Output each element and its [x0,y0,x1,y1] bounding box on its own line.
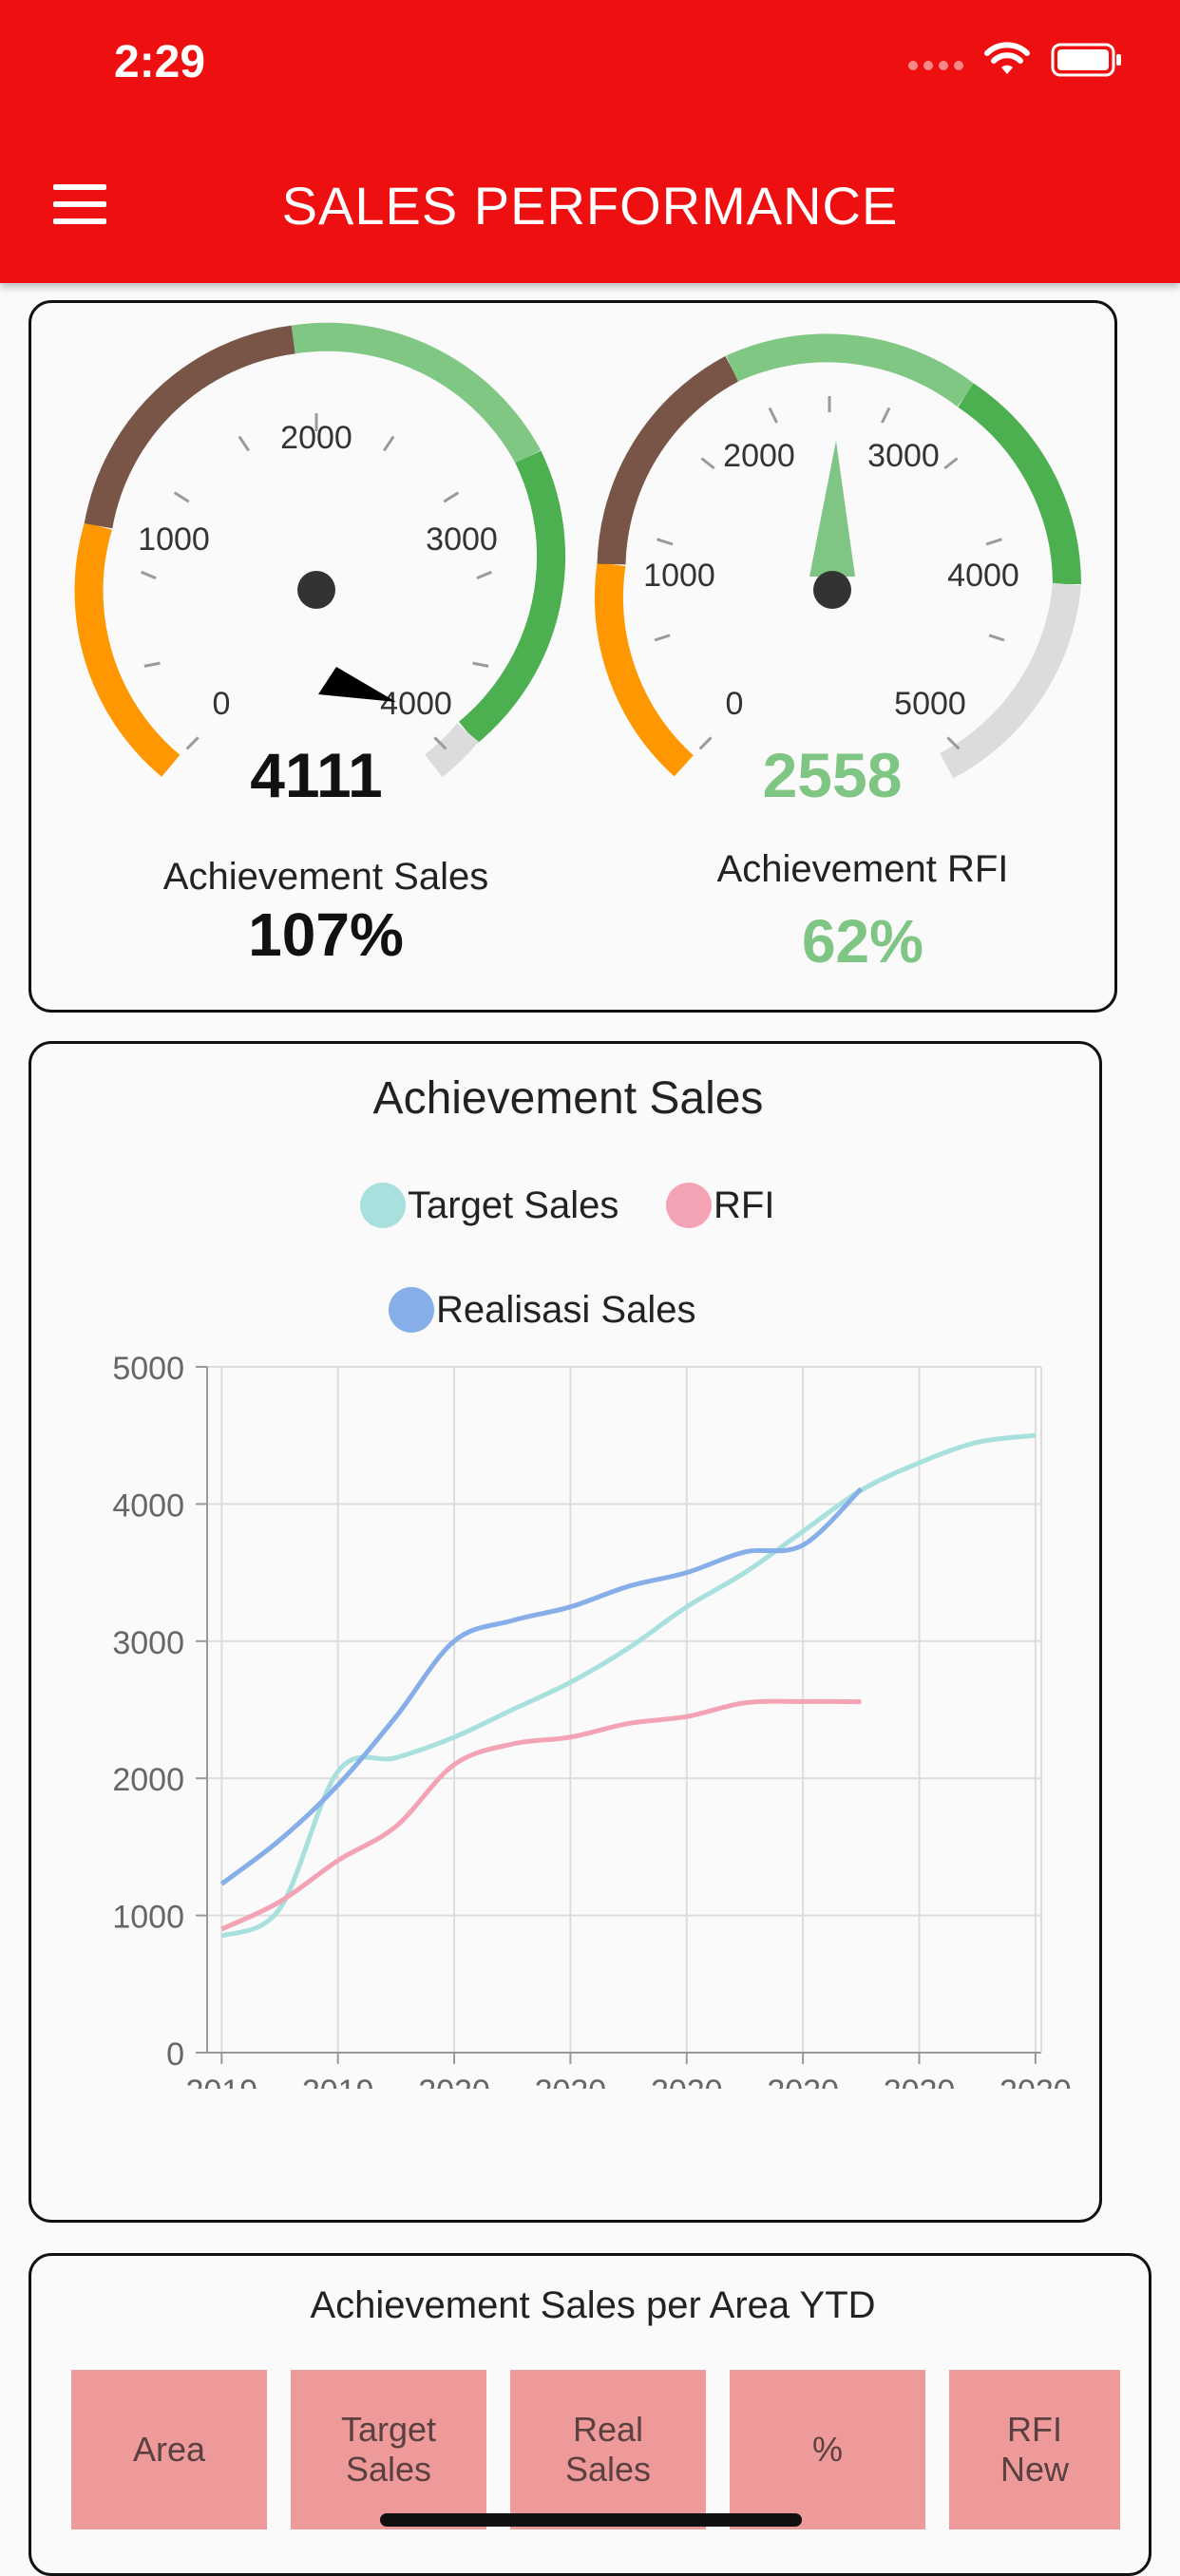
y-tick-label: 2000 [112,1762,184,1798]
sales-needle [318,667,396,702]
header-target-sales: Target Sales [291,2370,486,2529]
rfi-tick: 5000 [894,686,966,722]
rfi-tick: 2000 [723,438,795,474]
status-icons [908,42,1123,78]
rfi-achievement-percent: 62% [801,907,924,975]
sales-tick: 0 [213,686,231,722]
gauges-card: 0 1000 2000 3000 4000 4111 0 1000 2000 3… [29,300,1117,1013]
y-tick-label: 3000 [112,1625,184,1661]
rfi-tick: 0 [726,686,744,722]
sales-achievement-label: Achievement Sales [162,856,489,898]
app-title: SALES PERFORMANCE [281,176,899,236]
status-time: 2:29 [114,37,206,87]
rfi-tick: 4000 [947,558,1019,594]
rfi-needle-hub [813,571,851,609]
rfi-needle [809,441,855,577]
rfi-tick: 3000 [867,438,940,474]
header-percent: % [730,2370,925,2529]
area-table-card: Achievement Sales per Area YTD Area Targ… [29,2253,1151,2576]
y-tick-label: 4000 [112,1487,184,1524]
header-area: Area [71,2370,267,2529]
series-line-realisasi-sales [219,1487,864,1886]
sales-gauge-ticks: 0 1000 2000 3000 4000 [138,420,498,722]
sales-needle-hub [297,571,335,609]
table-title: Achievement Sales per Area YTD [310,2284,876,2326]
rfi-tick: 1000 [643,558,715,594]
app-bar: 2:29 SALES PERFORMANCE [0,0,1180,283]
sales-tick: 3000 [426,521,498,558]
achievement-chart-card: Achievement Sales Target Sales RFI Reali… [29,1041,1102,2223]
x-tick-label-year: 2020 [418,2074,490,2089]
rfi-achievement-label: Achievement RFI [716,848,1009,890]
battery-icon [1051,43,1121,77]
line-chart: 0100020003000400050002019Okt2019Des2020F… [112,1351,1072,2089]
home-indicator [380,2513,802,2527]
header-real-sales: Real Sales [510,2370,706,2529]
sales-value: 4111 [250,740,383,810]
y-tick-label: 0 [166,2036,184,2073]
signal-icon [908,61,963,70]
y-tick-label: 5000 [112,1351,184,1387]
sales-tick: 4000 [380,686,452,722]
wifi-icon [984,42,1030,74]
x-tick-label-year: 2019 [302,2074,374,2089]
x-tick-label-year: 2020 [767,2074,839,2089]
x-tick-label-year: 2020 [999,2074,1072,2089]
x-tick-label-year: 2019 [185,2074,257,2089]
x-tick-label-year: 2020 [884,2074,956,2089]
sales-achievement-percent: 107% [248,900,404,969]
y-tick-label: 1000 [112,1900,184,1936]
sales-tick: 1000 [138,521,210,558]
x-tick-label-year: 2020 [535,2074,607,2089]
sales-tick: 2000 [280,420,352,456]
x-tick-label-year: 2020 [651,2074,723,2089]
rfi-value: 2558 [763,740,903,810]
series-line-target-sales [220,1432,1037,1939]
header-rfi-new: RFI New [949,2370,1120,2529]
